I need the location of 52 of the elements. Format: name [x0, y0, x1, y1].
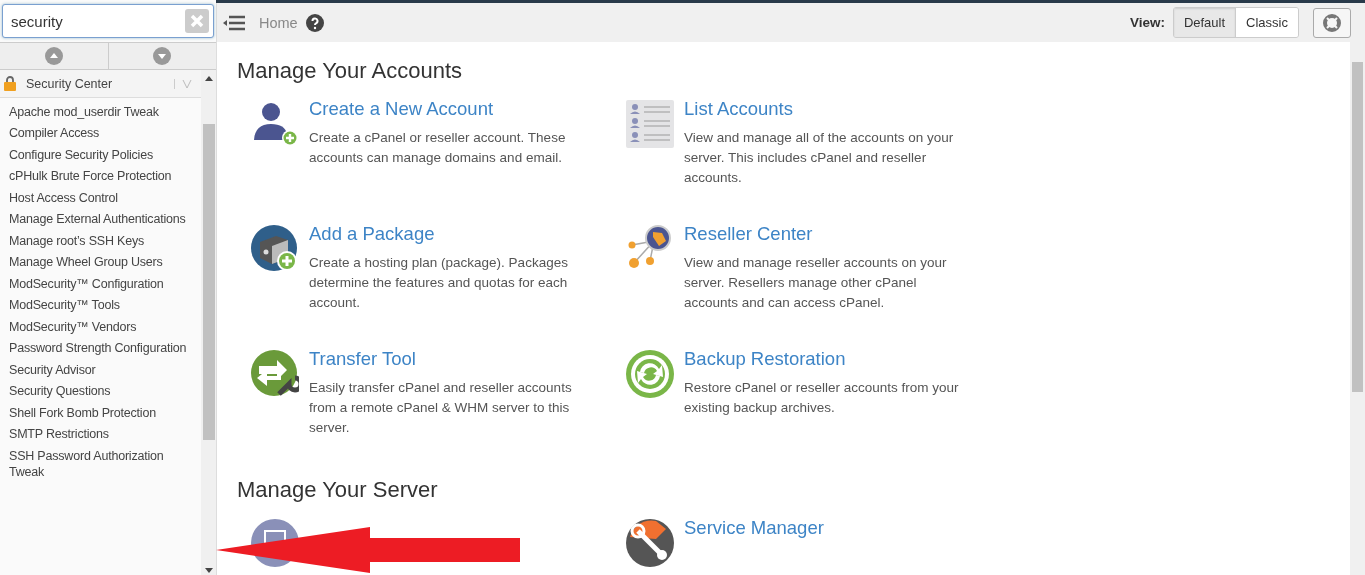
scrollbar-thumb[interactable]: [202, 124, 215, 440]
sidebar-link[interactable]: ModSecurity™ Tools: [0, 297, 201, 313]
lifebuoy-icon[interactable]: [1313, 7, 1351, 38]
menu-icon[interactable]: [223, 14, 245, 31]
sidebar-link[interactable]: Apache mod_userdir Tweak: [0, 103, 201, 120]
tool-description: View and manage all of the accounts on your server. This includes cPanel and reseller accounts.: [684, 129, 955, 187]
wrench-gear-icon: [626, 519, 674, 567]
scroll-down-icon[interactable]: [204, 568, 213, 573]
sidebar-link[interactable]: SMTP Restrictions: [0, 426, 201, 442]
sidebar-link[interactable]: Security Questions: [0, 383, 201, 399]
sidebar-link[interactable]: Host Access Control: [0, 189, 201, 206]
view-label: View:: [1129, 15, 1165, 30]
tool-link[interactable]: Create a New Account: [309, 98, 584, 120]
section-heading: Manage Your Accounts: [237, 58, 464, 84]
view-toggle[interactable]: Classic: [1235, 8, 1298, 37]
refresh-icon: [626, 350, 674, 398]
sidebar-link[interactable]: Manage root’s SSH Keys: [0, 232, 201, 249]
scroll-up-icon[interactable]: [204, 76, 213, 81]
help-icon[interactable]: [305, 13, 324, 32]
sidebar-link[interactable]: Security Advisor: [0, 361, 201, 378]
sidebar-link[interactable]: Configure Security Policies: [0, 146, 201, 163]
sidebar-link[interactable]: ModSecurity™ Configuration: [0, 275, 201, 292]
search-box[interactable]: security: [2, 4, 214, 38]
lock-icon: [4, 76, 16, 91]
tool-link[interactable]: Service Manager: [684, 517, 824, 539]
clear-icon[interactable]: [185, 9, 209, 33]
sidebar-link[interactable]: SSH Password Authorization Tweak: [0, 447, 201, 480]
tool-description: Create a cPanel or reseller account. These accounts can manage domains and email.: [309, 129, 567, 167]
user-add-icon: [251, 100, 299, 148]
sidebar-link[interactable]: Shell Fork Bomb Protection: [0, 404, 201, 421]
scrollbar-thumb[interactable]: [1352, 62, 1363, 392]
sidebar-link[interactable]: Password Strength Configuration: [0, 340, 201, 356]
tool-link[interactable]: Backup Restoration: [684, 348, 959, 370]
sidebar-link[interactable]: Compiler Access: [0, 125, 201, 141]
sidebar-link[interactable]: Manage External Authentications: [0, 211, 201, 227]
transfer-wrench-icon: [251, 350, 299, 398]
sidebar-link[interactable]: Manage Wheel Group Users: [0, 254, 201, 270]
tool-description: Restore cPanel or reseller accounts from your existing backup archives.: [684, 379, 959, 417]
view-toggle[interactable]: Default: [1173, 8, 1236, 37]
tool-link[interactable]: Transfer Tool: [309, 348, 584, 370]
package-add-icon: [251, 225, 299, 273]
tool-link[interactable]: Add a Package: [309, 223, 584, 245]
sidebar-link[interactable]: ModSecurity™ Vendors: [0, 318, 201, 335]
tool-description: Easily transfer cPanel and reseller accounts from a remote cPanel & WHM server to this server.: [309, 379, 573, 437]
chevron-down-icon[interactable]: [174, 78, 193, 89]
tool-description: View and manage reseller accounts on your server. Resellers manage other cPanel accounts and can access cPanel.: [684, 254, 948, 312]
section-heading: Manage Your Server: [237, 477, 439, 503]
tool-link[interactable]: Reseller Center: [684, 223, 959, 245]
sidebar-link[interactable]: cPHulk Brute Force Protection: [0, 168, 201, 184]
tool-description: Create a hosting plan (package). Packages determine the features and quotas for each account.: [309, 254, 569, 312]
user-list-icon: [626, 100, 674, 148]
tool-link[interactable]: List Accounts: [684, 98, 959, 120]
